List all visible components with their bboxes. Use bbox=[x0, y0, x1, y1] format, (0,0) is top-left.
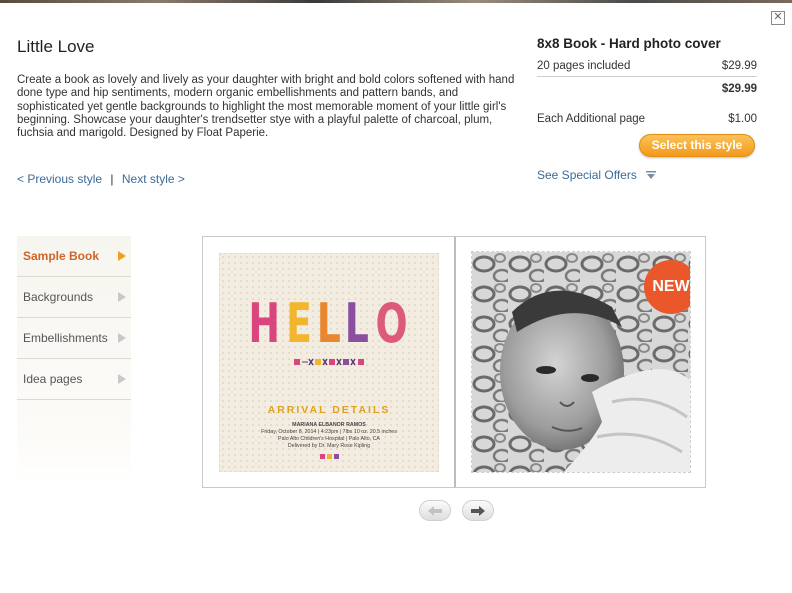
book-page-left: HELLO ARRIVAL DETAILS MARIANA ELBANOR RA… bbox=[219, 253, 439, 472]
hello-letter: L bbox=[344, 292, 372, 355]
close-icon[interactable]: ✕ bbox=[771, 11, 785, 25]
additional-page-price: $1.00 bbox=[728, 113, 757, 125]
book-pager bbox=[419, 500, 494, 521]
chevron-right-icon bbox=[118, 292, 126, 302]
birth-details: Friday, October 8, 2014 | 4:23pm | 7lbs … bbox=[261, 429, 397, 435]
pages-included-price: $29.99 bbox=[721, 60, 757, 72]
book-spine bbox=[454, 237, 456, 487]
previous-page-button[interactable] bbox=[419, 500, 451, 521]
pages-included-row: 20 pages included $29.99 bbox=[537, 57, 757, 77]
total-price: $29.99 bbox=[721, 83, 757, 95]
book-page-right: NEW bbox=[471, 251, 691, 473]
hello-letter: H bbox=[247, 292, 283, 355]
embellishment-band bbox=[294, 358, 364, 366]
pages-included-label: 20 pages included bbox=[537, 60, 631, 72]
sidebar-item-sample-book[interactable]: Sample Book bbox=[17, 236, 131, 277]
select-style-button[interactable]: Select this style bbox=[639, 134, 755, 157]
pricing-panel: 8x8 Book - Hard photo cover 20 pages inc… bbox=[537, 36, 757, 130]
total-row: $29.99 bbox=[537, 80, 757, 101]
style-sidebar: Sample Book Backgrounds Embellishments I… bbox=[17, 236, 131, 488]
expand-down-icon bbox=[645, 170, 657, 180]
new-badge: NEW bbox=[644, 260, 690, 314]
sidebar-item-embellishments[interactable]: Embellishments bbox=[17, 318, 131, 359]
hello-letter: E bbox=[285, 292, 315, 355]
hello-letter: L bbox=[316, 292, 344, 355]
chevron-right-icon bbox=[118, 251, 126, 261]
top-photo-strip bbox=[0, 0, 792, 3]
hello-heading: HELLO bbox=[220, 292, 438, 355]
sample-book-spread: HELLO ARRIVAL DETAILS MARIANA ELBANOR RA… bbox=[202, 236, 706, 488]
chevron-right-icon bbox=[118, 333, 126, 343]
nav-separator: | bbox=[110, 172, 114, 186]
small-embellishment bbox=[320, 454, 339, 459]
book-type-title: 8x8 Book - Hard photo cover bbox=[537, 36, 721, 51]
chevron-right-icon bbox=[118, 374, 126, 384]
arrow-left-icon bbox=[428, 505, 442, 516]
sidebar-item-backgrounds[interactable]: Backgrounds bbox=[17, 277, 131, 318]
birth-location: Palo Alto Children's Hospital | Palo Alt… bbox=[278, 436, 380, 442]
next-page-button[interactable] bbox=[462, 500, 494, 521]
previous-style-link[interactable]: < Previous style bbox=[17, 172, 102, 186]
special-offers-label: See Special Offers bbox=[537, 168, 637, 182]
style-description: Create a book as lovely and lively as yo… bbox=[17, 74, 515, 140]
arrow-right-icon bbox=[471, 505, 485, 516]
arrival-details-title: ARRIVAL DETAILS bbox=[267, 404, 391, 416]
sidebar-item-label: Backgrounds bbox=[23, 290, 94, 304]
style-title: Little Love bbox=[17, 37, 95, 56]
additional-page-row: Each Additional page $1.00 bbox=[537, 110, 757, 130]
delivered-by: Delivered by Dr. Mary Rose Kipling bbox=[287, 443, 371, 449]
style-navigation: < Previous style | Next style > bbox=[17, 172, 185, 186]
sidebar-item-label: Idea pages bbox=[23, 372, 83, 386]
sidebar-item-label: Sample Book bbox=[23, 249, 100, 263]
sidebar-item-label: Embellishments bbox=[23, 331, 108, 345]
additional-page-label: Each Additional page bbox=[537, 113, 646, 125]
special-offers-link[interactable]: See Special Offers bbox=[537, 168, 657, 182]
baby-name: MARIANA ELBANOR RAMOS bbox=[292, 422, 366, 428]
sidebar-item-idea-pages[interactable]: Idea pages bbox=[17, 359, 131, 400]
next-style-link[interactable]: Next style > bbox=[122, 172, 185, 186]
hello-letter: O bbox=[375, 292, 410, 355]
